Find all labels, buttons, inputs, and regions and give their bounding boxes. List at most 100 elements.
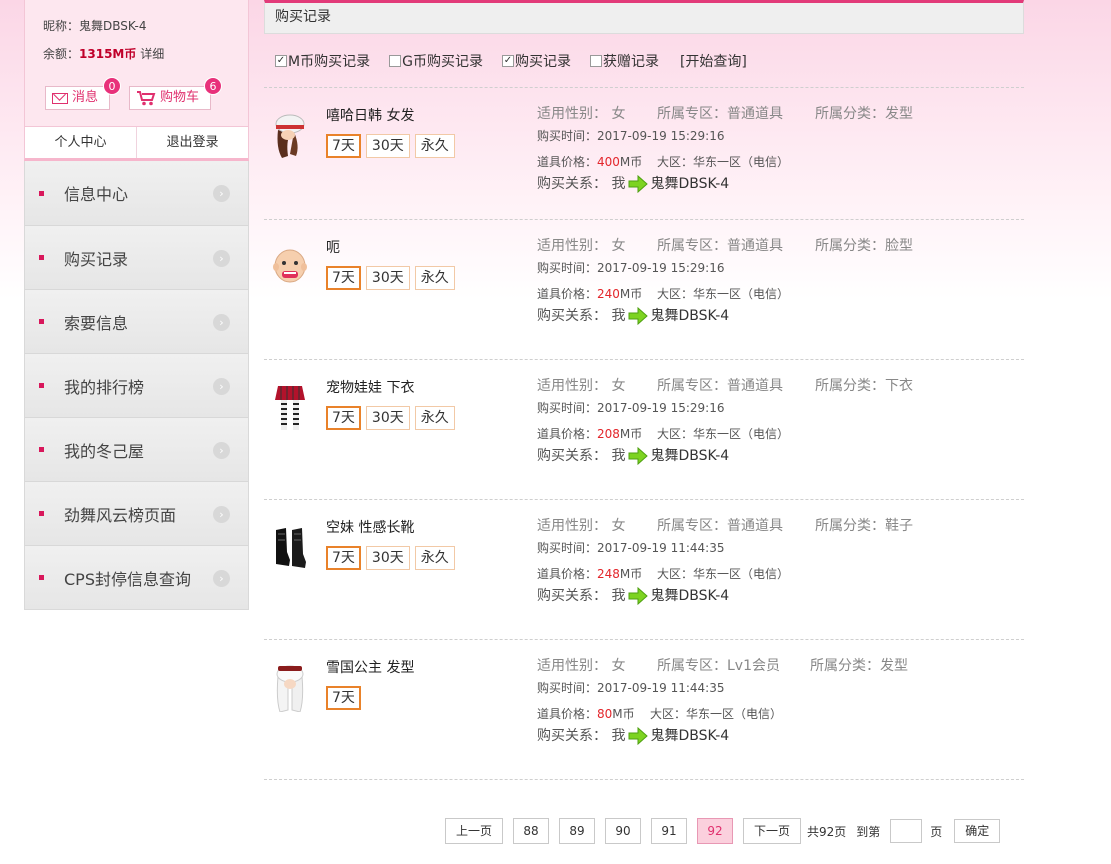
menu-item-info-center[interactable]: 信息中心 › bbox=[25, 161, 248, 225]
field-label: 大区： bbox=[650, 707, 687, 721]
menu-item-request-info[interactable]: 索要信息 › bbox=[25, 289, 248, 353]
duration-option[interactable]: 7天 bbox=[326, 546, 361, 570]
confirm-button[interactable]: 确定 bbox=[954, 819, 1001, 843]
category-field: 所属分类：鞋子 bbox=[815, 516, 913, 536]
chevron-right-icon: › bbox=[213, 570, 230, 587]
filter-purchase[interactable]: ✓ 购买记录 bbox=[501, 51, 571, 71]
buyer: 我 bbox=[611, 728, 626, 744]
duration-option[interactable]: 永久 bbox=[414, 134, 455, 158]
page-button[interactable]: 89 bbox=[559, 818, 595, 844]
tab-personal-center[interactable]: 个人中心 bbox=[25, 127, 136, 158]
duration-option[interactable]: 30天 bbox=[365, 546, 410, 570]
chevron-right-icon: › bbox=[213, 442, 230, 459]
field-label: 所属分类： bbox=[815, 238, 885, 254]
menu-item-dance-ranking[interactable]: 劲舞风云榜页面 › bbox=[25, 481, 248, 545]
category-field: 所属分类：脸型 bbox=[815, 236, 913, 256]
duration-option[interactable]: 30天 bbox=[365, 134, 410, 158]
filter-mcoin[interactable]: ✓ M币购买记录 bbox=[275, 51, 370, 71]
region-field: 大区：华东一区（电信） bbox=[657, 152, 789, 172]
bullet-icon bbox=[39, 255, 44, 260]
bullet-icon bbox=[39, 383, 44, 388]
zone-field: 所属专区：普通道具 bbox=[657, 236, 815, 256]
duration-option[interactable]: 永久 bbox=[414, 406, 455, 430]
field-label: 适用性别： bbox=[537, 106, 607, 122]
purchase-time: 2017-09-19 15:29:16 bbox=[597, 129, 725, 143]
duration-option[interactable]: 7天 bbox=[326, 266, 361, 290]
next-page-button[interactable]: 下一页 bbox=[743, 818, 801, 844]
bullet-icon bbox=[39, 575, 44, 580]
menu-item-my-ranking[interactable]: 我的排行榜 › bbox=[25, 353, 248, 417]
checkbox[interactable]: ✓ bbox=[501, 55, 514, 67]
menu-item-my-house[interactable]: 我的冬己屋 › bbox=[25, 417, 248, 481]
page-button[interactable]: 91 bbox=[651, 818, 687, 844]
recipient: 鬼舞DBSK-4 bbox=[650, 588, 730, 604]
field-value: 普通道具 bbox=[727, 106, 783, 122]
checkbox[interactable] bbox=[389, 55, 402, 67]
nickname-row: 昵称：鬼舞DBSK-4 bbox=[43, 16, 230, 40]
bullet-icon bbox=[39, 190, 44, 196]
recipient: 鬼舞DBSK-4 bbox=[650, 176, 730, 192]
cart-button[interactable]: 购物车 6 bbox=[129, 77, 222, 110]
buyer: 我 bbox=[611, 176, 626, 192]
messages-button[interactable]: 消息 0 bbox=[45, 77, 121, 110]
zone-field: 所属专区：Lv1会员 bbox=[657, 656, 810, 676]
field-label: 购买时间： bbox=[537, 541, 598, 555]
price-field: 道具价格：80M币 bbox=[537, 704, 650, 724]
field-label: 所属分类： bbox=[815, 518, 885, 534]
region-field: 大区：华东一区（电信） bbox=[657, 424, 789, 444]
price-value: 400 bbox=[597, 155, 620, 169]
white-hair-icon bbox=[276, 665, 304, 712]
field-label: 大区： bbox=[657, 287, 694, 301]
field-value: 普通道具 bbox=[727, 238, 783, 254]
prev-page-button[interactable]: 上一页 bbox=[445, 818, 503, 844]
price-value: 80 bbox=[597, 707, 613, 721]
menu-item-cps-ban-query[interactable]: CPS封停信息查询 › bbox=[25, 545, 248, 609]
field-value: 华东一区（电信） bbox=[693, 567, 790, 581]
zone-field: 所属专区：普通道具 bbox=[657, 104, 815, 124]
tab-logout[interactable]: 退出登录 bbox=[136, 127, 248, 158]
purchase-record: 雪国公主 发型 7天 适用性别： 女 所属专区：Lv1会员 所属分类：发型 购买… bbox=[264, 639, 1024, 779]
current-page-button[interactable]: 92 bbox=[697, 818, 733, 844]
gender-field: 适用性别： 女 bbox=[537, 376, 657, 396]
currency: M币 bbox=[619, 427, 643, 441]
price-value: 248 bbox=[597, 567, 620, 581]
menu-item-purchase-records[interactable]: 购买记录 › bbox=[25, 225, 248, 289]
field-value: 女 bbox=[611, 238, 626, 254]
record-filters: ✓ M币购买记录 G币购买记录 ✓ 购买记录 获赠记录 [开始查询] bbox=[264, 50, 1024, 72]
goto-page-input[interactable] bbox=[890, 819, 923, 843]
field-label: 适用性别： bbox=[537, 658, 607, 674]
field-label: 所属专区： bbox=[657, 518, 727, 534]
duration-option[interactable]: 7天 bbox=[326, 686, 361, 710]
filter-gcoin[interactable]: G币购买记录 bbox=[389, 51, 483, 71]
recipient: 鬼舞DBSK-4 bbox=[650, 448, 730, 464]
item-name: 空妹 性感长靴 bbox=[326, 520, 415, 536]
checkbox[interactable] bbox=[589, 55, 602, 67]
duration-option[interactable]: 7天 bbox=[326, 406, 361, 430]
page-button[interactable]: 90 bbox=[605, 818, 641, 844]
zone-field: 所属专区：普通道具 bbox=[657, 376, 815, 396]
page-button[interactable]: 88 bbox=[513, 818, 549, 844]
price-field: 道具价格：208M币 bbox=[537, 424, 657, 444]
chevron-right-icon: › bbox=[213, 378, 230, 395]
duration-option[interactable]: 永久 bbox=[414, 266, 455, 290]
duration-options: 7天 30天 永久 bbox=[326, 406, 455, 430]
price-field: 道具价格：240M币 bbox=[537, 284, 657, 304]
skirt-icon bbox=[275, 386, 305, 430]
field-value: 鞋子 bbox=[885, 518, 913, 534]
field-label: 道具价格： bbox=[537, 287, 598, 301]
checkbox[interactable]: ✓ bbox=[275, 55, 287, 67]
filter-label: M币购买记录 bbox=[288, 54, 371, 70]
duration-option[interactable]: 7天 bbox=[326, 134, 361, 158]
duration-option[interactable]: 30天 bbox=[365, 266, 410, 290]
page-unit-label: 页 bbox=[930, 824, 943, 839]
filter-gift[interactable]: 获赠记录 bbox=[589, 51, 659, 71]
balance-detail-link[interactable]: 详细 bbox=[140, 47, 164, 61]
field-label: 所属专区： bbox=[657, 238, 727, 254]
menu-item-label: 信息中心 bbox=[64, 185, 129, 204]
duration-option[interactable]: 30天 bbox=[365, 406, 410, 430]
main-content: 购买记录 ✓ M币购买记录 G币购买记录 ✓ 购买记录 获赠记录 [开始查询] 嘻哈… bbox=[264, 0, 1024, 780]
field-label: 所属分类： bbox=[815, 378, 885, 394]
duration-option[interactable]: 永久 bbox=[414, 546, 455, 570]
start-query-button[interactable]: [开始查询] bbox=[680, 51, 747, 71]
mail-icon bbox=[52, 92, 68, 104]
